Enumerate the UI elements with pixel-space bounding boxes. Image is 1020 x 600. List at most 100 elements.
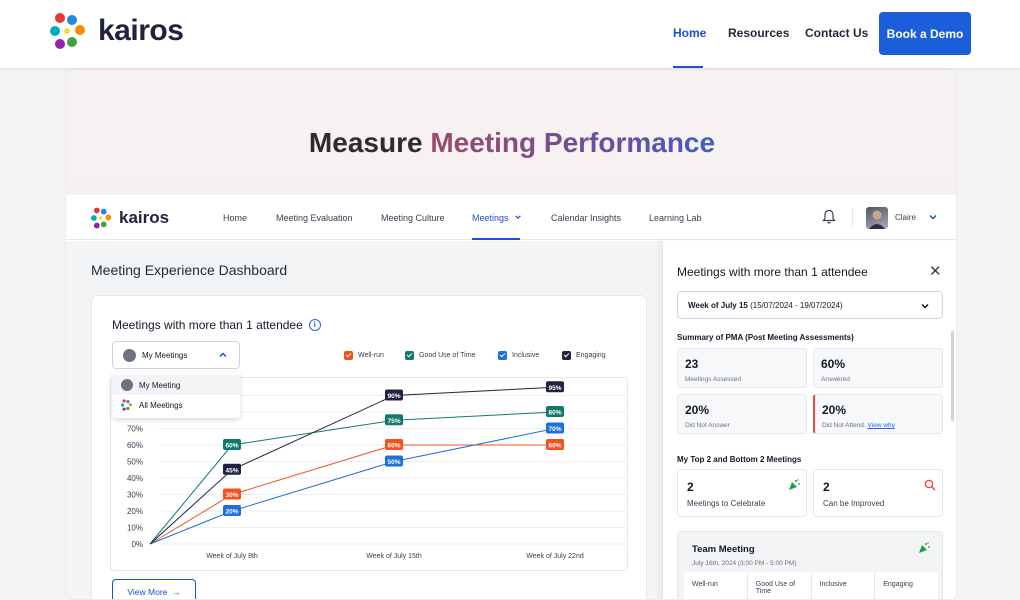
stat-label: Did Not Attend. View why xyxy=(822,422,895,429)
stat-label-text: Did Not Attend. xyxy=(822,422,866,429)
chevron-up-icon xyxy=(219,352,227,358)
checkbox-icon xyxy=(344,351,353,360)
week-select-value: Week of July 15 (15/07/2024 - 19/07/2024… xyxy=(688,301,843,310)
data-label: 60% xyxy=(548,443,561,450)
dropdown-option-my-meeting[interactable]: My Meeting xyxy=(112,375,240,395)
details-side-panel: Meetings with more than 1 attendee ✕ Wee… xyxy=(662,241,956,599)
data-label: 45% xyxy=(225,467,238,474)
team-meeting-title: Team Meeting xyxy=(692,544,755,555)
bell-icon[interactable] xyxy=(822,209,836,225)
side-panel-title: Meetings with more than 1 attendee xyxy=(677,265,868,279)
x-tick-label: Week of July 8th xyxy=(206,553,258,560)
dropdown-option-label: My Meeting xyxy=(139,380,181,390)
data-label: 20% xyxy=(225,509,238,516)
stat-value: 20% xyxy=(822,403,847,417)
data-label: 70% xyxy=(548,426,561,433)
book-demo-button[interactable]: Book a Demo xyxy=(879,12,971,55)
legend-item[interactable]: Good Use of Time xyxy=(405,351,475,360)
week-select-range: (15/07/2024 - 19/07/2024) xyxy=(747,301,843,310)
side-panel-scrollbar[interactable] xyxy=(951,331,954,421)
site-nav-contact-us[interactable]: Contact Us xyxy=(805,26,868,40)
x-tick-label: Week of July 22nd xyxy=(526,553,584,560)
data-label: 80% xyxy=(548,410,561,417)
stat-meetings-assessed: 23 Meetings Assessed xyxy=(677,348,807,388)
checkbox-icon xyxy=(405,351,414,360)
user-photo-icon xyxy=(869,210,885,229)
party-icon xyxy=(789,479,800,490)
site-logo[interactable]: kairos xyxy=(50,12,184,50)
stat-value: 60% xyxy=(821,357,846,371)
view-why-link[interactable]: View why xyxy=(868,422,895,429)
meeting-scope-select[interactable]: My Meetings xyxy=(112,341,240,369)
series-line xyxy=(149,428,556,545)
user-avatar-small xyxy=(121,379,133,391)
party-icon xyxy=(919,542,930,553)
app-nav-meeting-evaluation[interactable]: Meeting Evaluation xyxy=(276,213,353,223)
data-label: 60% xyxy=(387,443,400,450)
app-nav-meetings[interactable]: Meetings xyxy=(472,213,522,223)
data-label: 75% xyxy=(387,418,400,425)
metric-column: Good Use of Time xyxy=(748,572,812,599)
app-preview: kairos Home Meeting Evaluation Meeting C… xyxy=(66,195,956,599)
stat-label: Meetings Assessed xyxy=(685,376,742,383)
meeting-scope-dropdown: My Meeting All Meetings xyxy=(112,372,240,418)
kairos-logo-icon xyxy=(121,399,133,411)
kairos-logo-icon xyxy=(50,13,85,49)
site-brand-name: kairos xyxy=(98,14,184,47)
data-label: 90% xyxy=(387,393,400,400)
select-value: My Meetings xyxy=(142,351,188,360)
user-name[interactable]: Claire xyxy=(895,213,916,222)
stat-label: Did Not Answer xyxy=(685,422,730,429)
y-tick-label: 20% xyxy=(127,507,143,516)
app-nav-calendar-insights[interactable]: Calendar Insights xyxy=(551,213,621,223)
app-nav-learning-lab[interactable]: Learning Lab xyxy=(649,213,702,223)
week-select[interactable]: Week of July 15 (15/07/2024 - 19/07/2024… xyxy=(677,291,943,319)
y-tick-label: 30% xyxy=(127,491,143,500)
data-label: 60% xyxy=(225,443,238,450)
app-nav-meeting-culture[interactable]: Meeting Culture xyxy=(381,213,445,223)
magnify-icon xyxy=(924,479,936,491)
can-be-improved-card[interactable]: 2 Can be Improved xyxy=(813,469,943,517)
meetings-to-celebrate-card[interactable]: 2 Meetings to Celebrate xyxy=(677,469,807,517)
metric-column: Well-run xyxy=(684,572,748,599)
kairos-logo-icon xyxy=(91,207,112,229)
summary-label: Summary of PMA (Post Meeting Assessments… xyxy=(677,333,854,342)
chevron-down-icon xyxy=(515,215,521,220)
user-avatar[interactable] xyxy=(866,207,888,229)
dashboard-main: Meeting Experience Dashboard Meetings wi… xyxy=(66,241,662,599)
dropdown-option-all-meetings[interactable]: All Meetings xyxy=(112,395,240,415)
team-meeting-metrics: Well-run Good Use of Time Inclusive Enga… xyxy=(684,572,938,599)
metric-column: Inclusive xyxy=(812,572,876,599)
app-logo[interactable]: kairos xyxy=(91,207,169,229)
close-icon[interactable]: ✕ xyxy=(929,262,942,280)
app-brand-name: kairos xyxy=(119,208,170,227)
legend-item[interactable]: Engaging xyxy=(562,351,606,360)
dropdown-option-label: All Meetings xyxy=(139,400,183,410)
y-tick-label: 0% xyxy=(131,540,143,549)
view-more-button[interactable]: View More → xyxy=(112,579,196,599)
app-active-nav-indicator xyxy=(472,238,520,240)
site-nav-home[interactable]: Home xyxy=(673,26,706,40)
y-tick-label: 10% xyxy=(127,524,143,533)
stat-did-not-attend: 20% Did Not Attend. View why xyxy=(813,394,943,434)
app-navbar: kairos Home Meeting Evaluation Meeting C… xyxy=(66,195,956,240)
data-label: 30% xyxy=(225,492,238,499)
metric-column: Engaging xyxy=(883,581,913,588)
app-nav-home[interactable]: Home xyxy=(223,213,247,223)
card-value: 2 xyxy=(687,480,694,494)
y-tick-label: 60% xyxy=(127,441,143,450)
site-nav-resources[interactable]: Resources xyxy=(728,26,789,40)
info-icon[interactable]: i xyxy=(308,319,321,331)
legend-item[interactable]: Well-run xyxy=(344,351,384,360)
y-tick-label: 40% xyxy=(127,474,143,483)
legend-label: Well-run xyxy=(358,352,384,359)
card-title: Meetings with more than 1 attendee i xyxy=(112,318,321,332)
hero-title-highlight: Meeting Performance xyxy=(430,127,716,158)
chevron-down-icon[interactable] xyxy=(928,212,938,222)
card-title-text: Meetings with more than 1 attendee xyxy=(112,318,303,332)
legend-label: Inclusive xyxy=(512,352,540,359)
legend-item[interactable]: Inclusive xyxy=(498,351,539,360)
team-meeting-card[interactable]: Team Meeting July 16th, 2024 (3:00 PM - … xyxy=(677,531,943,599)
data-label: 95% xyxy=(548,385,561,392)
arrow-right-icon: → xyxy=(169,586,181,597)
